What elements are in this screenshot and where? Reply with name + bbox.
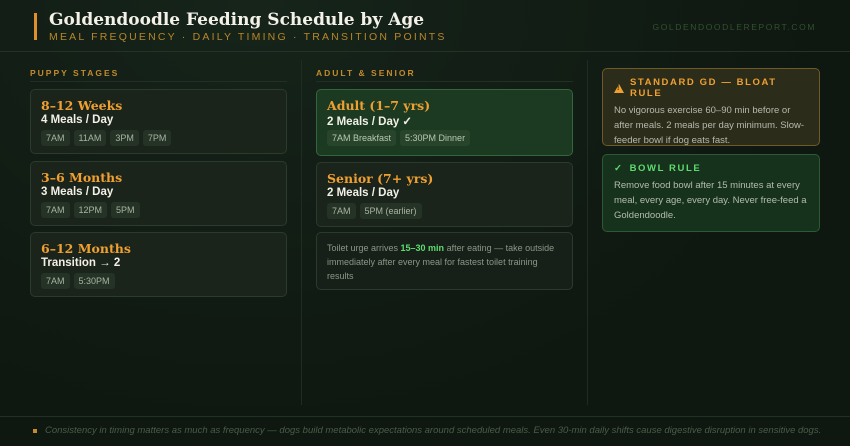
rule-body: No vigorous exercise 60–90 min before or… [614,105,805,146]
stage-card-6-12-months: 6–12 Months Transition → 2 7AM 5:30PM [30,232,287,297]
time-chip: 7PM [142,130,172,146]
bloat-rule-card: STANDARD GD — BLOAT RULE No vigorous exe… [602,68,820,146]
time-chip: 11AM [73,130,107,146]
stage-title: 8–12 Weeks [41,98,123,113]
note-highlight: 15–30 min [400,243,445,253]
section-rule [316,81,573,82]
note-text: Toilet urge arrives [327,243,401,253]
meal-times: 7AM 5:30PM [41,273,115,289]
rule-title: BOWL RULE [629,163,702,174]
rule-heading: STANDARD GD — BLOAT RULE [614,77,808,99]
stage-title: Senior (7+ yrs) [327,171,434,186]
toilet-timing-note: Toilet urge arrives 15–30 min after eati… [316,232,573,290]
stage-card-adult: Adult (1–7 yrs) 2 Meals / Day ✓ 7AM Brea… [316,89,573,156]
warning-icon [614,83,624,93]
bowl-rule-card: ✓ BOWL RULE Remove food bowl after 15 mi… [602,154,820,232]
time-chip: 5PM (earlier) [359,203,422,219]
bullet-icon [33,429,37,433]
rule-body: Remove food bowl after 15 minutes at eve… [614,180,807,221]
stage-card-senior: Senior (7+ yrs) 2 Meals / Day 7AM 5PM (e… [316,162,573,227]
time-chip: 5PM [111,202,140,218]
time-chip: 5:30PM [73,273,115,289]
meals-per-day: 4 Meals / Day [41,114,114,126]
check-icon: ✓ [614,163,624,174]
section-label-adult: ADULT & SENIOR [316,68,416,78]
stage-title: Adult (1–7 yrs) [327,98,431,113]
meals-per-day: 2 Meals / Day [327,187,400,199]
meal-times: 7AM 12PM 5PM [41,202,140,218]
footer-note: Consistency in timing matters as much as… [45,425,822,436]
stage-card-8-12-weeks: 8–12 Weeks 4 Meals / Day 7AM 11AM 3PM 7P… [30,89,287,154]
meal-times: 7AM 5PM (earlier) [327,203,422,219]
time-chip: 12PM [73,202,108,218]
rule-title: STANDARD GD — BLOAT RULE [630,77,777,99]
site-url: GOLDENDOODLEREPORT.COM [652,22,816,32]
meal-times: 7AM 11AM 3PM 7PM [41,130,172,146]
time-chip: 5:30PM Dinner [400,130,471,146]
time-chip: 7AM [41,130,70,146]
stage-title: 3–6 Months [41,170,123,185]
time-chip: 3PM [110,130,139,146]
footer: Consistency in timing matters as much as… [0,416,850,446]
stage-title: 6–12 Months [41,241,131,256]
meals-per-day: 3 Meals / Day [41,186,114,198]
stage-card-3-6-months: 3–6 Months 3 Meals / Day 7AM 12PM 5PM [30,161,287,226]
title-accent-bar [34,13,37,40]
time-chip: 7AM [327,203,356,219]
column-divider [587,60,588,405]
page-title: Goldendoodle Feeding Schedule by Age [49,10,425,30]
column-divider [301,60,302,405]
header: Goldendoodle Feeding Schedule by Age MEA… [0,0,850,52]
section-rule [30,81,287,82]
meals-per-day: 2 Meals / Day ✓ [327,116,413,128]
meal-times: 7AM Breakfast 5:30PM Dinner [327,130,471,146]
time-chip: 7AM [41,273,70,289]
section-label-puppy: PUPPY STAGES [30,68,120,78]
page-subtitle: MEAL FREQUENCY · DAILY TIMING · TRANSITI… [49,31,447,43]
rule-heading: ✓ BOWL RULE [614,163,808,174]
time-chip: 7AM Breakfast [327,130,397,146]
meals-per-day: Transition → 2 [41,257,121,269]
time-chip: 7AM [41,202,70,218]
